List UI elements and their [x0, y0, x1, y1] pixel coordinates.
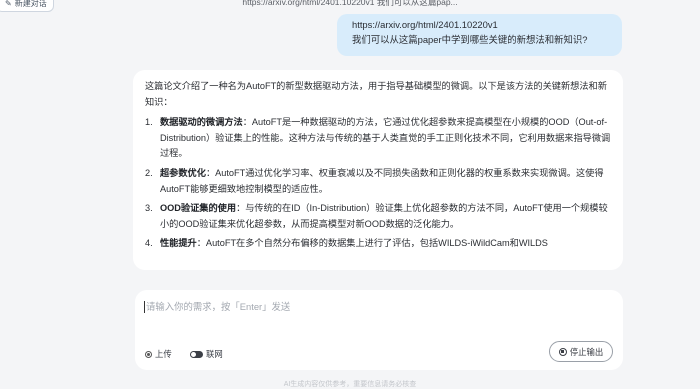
item-title: OOD验证集的使用 [160, 203, 237, 214]
user-message-text: 我们可以从这篇paper中学到哪些关键的新想法和新知识? [352, 34, 588, 45]
user-message-url: https://arxiv.org/html/2401.10220v1 [352, 19, 498, 30]
list-item: 4. 性能提升：AutoFT在多个自然分布偏移的数据集上进行了评估，包括WILD… [145, 236, 612, 252]
list-number: 2. [145, 167, 153, 178]
item-title: 超参数优化 [160, 167, 206, 178]
list-number: 4. [145, 238, 153, 249]
stop-output-label: 停止输出 [569, 346, 604, 357]
list-item: 3. OOD验证集的使用：与传统的在ID（In-Distribution）验证集… [145, 201, 612, 232]
list-number: 3. [145, 203, 153, 214]
answer-list: 1. 数据驱动的微调方法：AutoFT是一种数据驱动的方法，它通过优化超参数来提… [145, 115, 612, 252]
list-number: 1. [145, 117, 153, 128]
user-message-bubble: https://arxiv.org/html/2401.10220v1 我们可以… [337, 14, 622, 56]
item-text: ：AutoFT通过优化学习率、权重衰减以及不同损失函数和正则化器的权重系数来实现… [160, 167, 604, 194]
message-input[interactable]: 请输入你的需求，按「Enter」发送 [144, 301, 290, 313]
answer-intro: 这篇论文介绍了一种名为AutoFT的新型数据驱动方法，用于指导基础模型的微调。以… [145, 81, 607, 107]
assistant-answer: 这篇论文介绍了一种名为AutoFT的新型数据驱动方法，用于指导基础模型的微调。以… [133, 70, 623, 270]
upload-radio-icon [145, 350, 152, 358]
stop-icon [558, 347, 567, 356]
conversation-title: https://arxiv.org/html/2401.10220v1 我们可以… [242, 0, 458, 7]
message-composer[interactable]: 请输入你的需求，按「Enter」发送 上传 联网 停止输出 [135, 290, 623, 370]
list-item: 2. 超参数优化：AutoFT通过优化学习率、权重衰减以及不同损失函数和正则化器… [145, 166, 612, 197]
upload-button[interactable]: 上传 [145, 348, 172, 360]
upload-label: 上传 [155, 349, 172, 359]
list-item: 1. 数据驱动的微调方法：AutoFT是一种数据驱动的方法，它通过优化超参数来提… [145, 115, 612, 162]
web-search-toggle[interactable]: 联网 [190, 348, 223, 360]
item-text: ：AutoFT在多个自然分布偏移的数据集上进行了评估，包括WILDS-iWild… [196, 238, 548, 249]
toggle-icon [190, 350, 203, 358]
item-title: 性能提升 [160, 238, 197, 249]
item-title: 数据驱动的微调方法 [160, 117, 243, 128]
web-search-label: 联网 [206, 349, 223, 359]
footer-disclaimer: AI生成内容仅供参考，重要信息请务必核查 [283, 381, 417, 388]
stop-output-button[interactable]: 停止输出 [549, 341, 613, 362]
